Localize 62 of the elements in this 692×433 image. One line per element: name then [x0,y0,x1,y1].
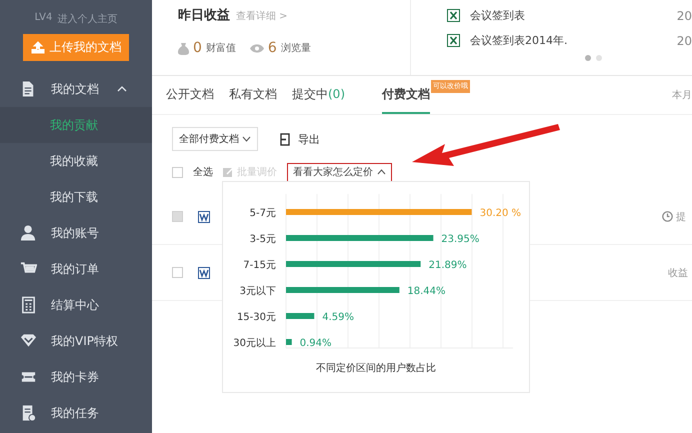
word-document-icon [198,266,210,278]
sidebar-item[interactable]: 我的账号 [0,215,152,251]
chart-title: 不同定价区间的用户数占比 [315,362,437,375]
category-label: 3元以下 [240,286,276,297]
carousel-dot[interactable] [585,55,591,61]
category-label: 15-30元 [236,312,276,323]
checkbox[interactable] [172,267,183,278]
caret-icon [242,136,251,142]
value-label: 30.20 % [480,208,522,219]
tab[interactable]: 私有文档 [229,76,277,114]
category-label: 5-7元 [250,208,276,219]
export-icon [280,132,290,146]
category-label: 3-5元 [250,234,276,245]
filter-dropdown[interactable]: 全部付费文档 [172,127,258,151]
sidebar-item[interactable]: 我的VIP特权 [0,323,152,359]
sidebar-item[interactable]: 我的文档 [0,71,152,107]
stat-value: 6 [268,40,277,56]
select-all-label[interactable]: 全选 [193,165,213,179]
sidebar-subitem[interactable]: 我的收藏 [0,143,152,179]
sidebar-subitem[interactable]: 我的贡献 [0,107,152,143]
tab[interactable]: 提交中(0) [292,76,345,114]
sidebar-item[interactable]: 结算中心 [0,287,152,323]
earnings-title: 昨日收益 查看详细 > [178,7,289,24]
caret-icon [377,169,386,175]
pricing-button[interactable]: 看看大家怎么定价 [287,162,392,182]
file-date: 20 [676,8,692,22]
status-label: 收益 [668,266,688,280]
stat-label: 财富值 [206,42,236,55]
task-icon [20,404,37,422]
file-name[interactable]: 会议签到表 [470,8,677,23]
value-label: 23.95% [441,234,480,245]
stat-label: 浏览量 [280,42,311,55]
edit-icon [223,166,234,178]
checkbox[interactable] [172,166,183,178]
upload-icon [30,41,44,54]
money-bag-icon [178,42,189,54]
sidebar-subitem[interactable]: 我的下载 [0,179,152,215]
sidebar-item[interactable]: 我的卡券 [0,359,152,395]
calculator-icon [20,296,37,314]
sidebar-item[interactable]: 我的订单 [0,251,152,287]
spreadsheet-icon [447,9,460,22]
category-label: 30元以上 [233,338,276,349]
category-label: 7-15元 [243,260,276,271]
file-name[interactable]: 会议签到表2014年. [470,33,677,48]
clock-icon [662,211,673,222]
tab[interactable]: 公开文档 [166,76,214,114]
value-label: 18.44% [407,286,446,297]
carousel-dot[interactable] [596,55,602,61]
spreadsheet-icon [447,34,460,47]
word-document-icon [198,210,210,222]
value-label: 21.89% [428,260,467,271]
caret-icon [117,86,127,92]
tab-label: 本月 [672,88,692,102]
value-label: 0.94% [300,338,332,349]
eye-icon [250,44,264,52]
status-label: 提 [662,210,686,224]
value-label: 4.59% [322,312,354,323]
file-date: 20 [676,34,692,48]
stat-value: 0 [193,40,202,56]
sidebar-item[interactable]: 我的任务 [0,395,152,431]
export-button[interactable]: 导出 [280,132,320,146]
person-icon [20,224,37,242]
